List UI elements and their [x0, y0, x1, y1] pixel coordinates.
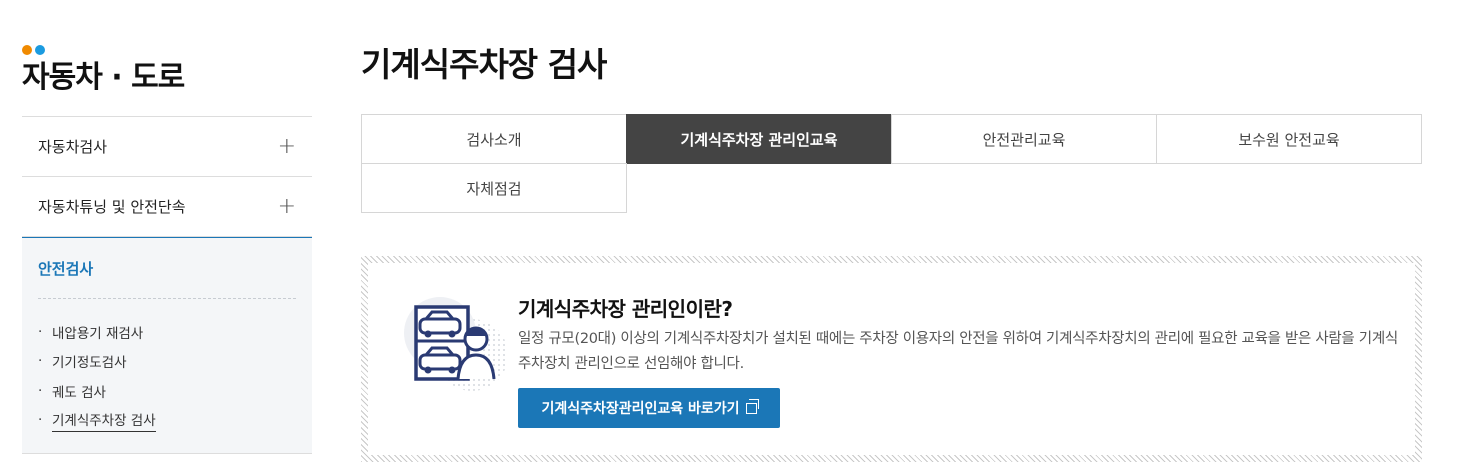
info-box: 기계식주차장 관리인이란? 일정 규모(20대) 이상의 기계식주차장치가 설치… — [361, 256, 1422, 462]
tab-inspection-intro[interactable]: 검사소개 — [361, 114, 627, 164]
manager-education-link-button[interactable]: 기계식주차장관리인교육 바로가기 — [518, 388, 780, 428]
tab-manager-education[interactable]: 기계식주차장 관리인교육 — [626, 114, 892, 164]
tab-maintenance-education[interactable]: 보수원 안전교육 — [1156, 114, 1422, 164]
sidebar-item-tuning-safety[interactable]: 자동차튜닝 및 안전단속 + — [22, 177, 312, 237]
info-title: 기계식주차장 관리인이란? — [518, 297, 733, 321]
bullet: · — [38, 323, 43, 340]
submenu-item-device-accuracy[interactable]: · 기기정도검사 — [38, 347, 296, 377]
sidebar-item-safety-inspection[interactable]: 안전검사 — [38, 238, 296, 299]
bullet: · — [38, 353, 43, 370]
tab-self-check[interactable]: 자체점검 — [361, 163, 627, 213]
parking-manager-icon — [404, 297, 508, 391]
external-link-icon — [745, 398, 759, 414]
bullet: · — [38, 382, 43, 399]
submenu-item-pressure-vessel[interactable]: · 내압용기 재검사 — [38, 317, 296, 347]
page-title: 기계식주차장 검사 — [361, 45, 607, 84]
bullet: · — [38, 412, 43, 429]
plus-icon[interactable]: + — [278, 134, 296, 159]
sidebar-submenu: · 내압용기 재검사 · 기기정도검사 · 궤도 검사 · 기계식주차장 검사 — [38, 299, 296, 435]
submenu-item-mechanical-parking[interactable]: · 기계식주차장 검사 — [38, 406, 296, 436]
submenu-item-label: 궤도 검사 — [52, 384, 106, 401]
sidebar-active-section: 안전검사 · 내압용기 재검사 · 기기정도검사 · 궤도 검사 · 기계식주차장 검사 — [22, 237, 312, 454]
sidebar-title: 자동차 · 도로 — [22, 60, 185, 95]
submenu-item-label: 기계식주차장 검사 — [52, 409, 156, 432]
info-description: 일정 규모(20대) 이상의 기계식주차장치가 설치된 때에는 주차장 이용자의… — [518, 331, 1398, 372]
submenu-item-label: 기기정도검사 — [52, 355, 127, 372]
sidebar-item-car-inspection[interactable]: 자동차검사 + — [22, 117, 312, 177]
sidebar-menu: 자동차검사 + 자동차튜닝 및 안전단속 + 안전검사 · 내압용기 재검사 · 기… — [22, 116, 312, 454]
sidebar-item-label: 자동차튜닝 및 안전단속 — [38, 198, 186, 216]
submenu-item-label: 내압용기 재검사 — [52, 325, 144, 342]
info-box-inner: 기계식주차장 관리인이란? 일정 규모(20대) 이상의 기계식주차장치가 설치… — [368, 263, 1415, 455]
plus-icon[interactable]: + — [278, 194, 296, 219]
submenu-item-track-inspection[interactable]: · 궤도 검사 — [38, 376, 296, 406]
sidebar-item-label: 자동차검사 — [38, 138, 108, 156]
tab-safety-education[interactable]: 안전관리교육 — [891, 114, 1157, 164]
button-label: 기계식주차장관리인교육 바로가기 — [541, 401, 740, 417]
